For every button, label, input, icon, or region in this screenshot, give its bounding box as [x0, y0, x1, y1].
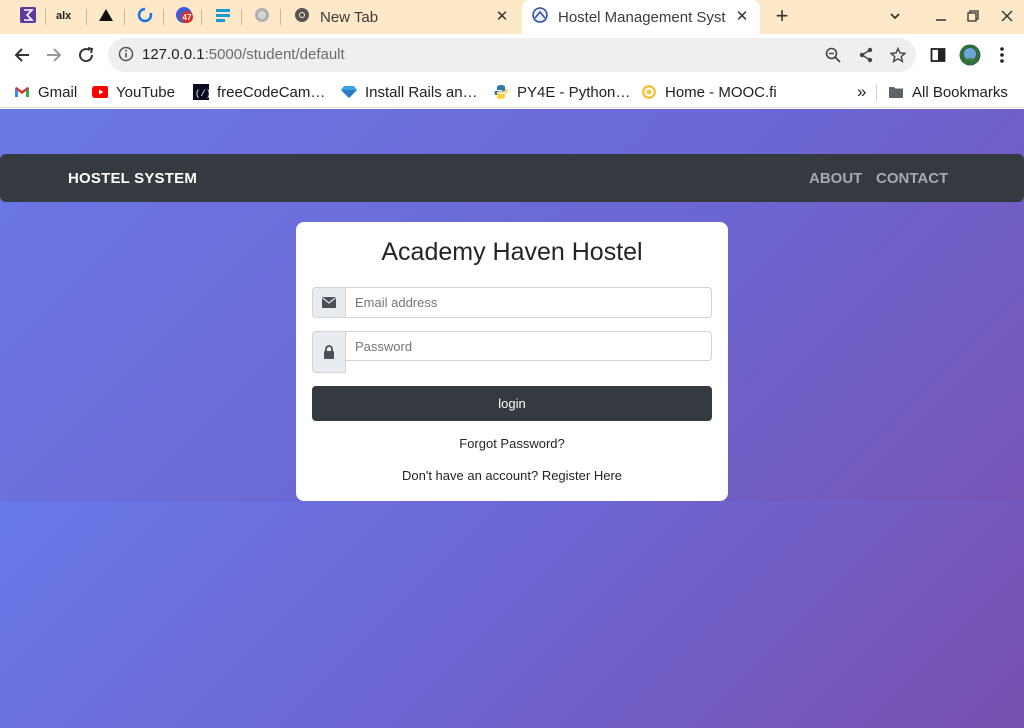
- chrome-logo-icon: [294, 7, 310, 27]
- pinned-tab-6[interactable]: [209, 5, 237, 29]
- bookmark-label: PY4E - Python…: [517, 83, 631, 101]
- mooc-icon: [641, 84, 657, 100]
- url-host: 127.0.0.1: [142, 46, 205, 63]
- password-input-group: [312, 331, 712, 373]
- alx-logo-icon: alx: [56, 8, 78, 27]
- pinned-tab-4[interactable]: [131, 5, 159, 29]
- close-tab-icon[interactable]: ✕: [494, 9, 510, 25]
- globe-icon: [254, 7, 270, 28]
- nav-contact-link[interactable]: CONTACT: [876, 170, 948, 187]
- url-path: :5000/student/default: [204, 46, 345, 63]
- docs-logo-icon: [214, 6, 232, 29]
- tab-search-icon[interactable]: [884, 7, 906, 27]
- password-input[interactable]: [345, 331, 712, 361]
- back-icon[interactable]: [10, 43, 34, 67]
- svg-text:47: 47: [183, 13, 192, 22]
- tab-separator: [280, 9, 281, 25]
- register-prompt-text: Don't have an account?: [401, 468, 539, 483]
- close-window-icon[interactable]: [996, 7, 1018, 27]
- bookmark-mooc[interactable]: Home - MOOC.fi: [641, 81, 777, 103]
- gmail-icon: [14, 84, 30, 100]
- restore-icon[interactable]: [962, 7, 984, 27]
- tab-separator: [86, 9, 87, 25]
- tab-separator: [241, 9, 242, 25]
- address-bar[interactable]: 127.0.0.1:5000/student/default: [108, 38, 916, 72]
- close-tab-icon[interactable]: ✕: [734, 9, 750, 25]
- bookmark-label: Install Rails an…: [365, 83, 478, 101]
- nav-about-link[interactable]: ABOUT: [809, 170, 862, 187]
- reload-icon[interactable]: [74, 43, 98, 67]
- url-text: 127.0.0.1:5000/student/default: [142, 46, 345, 63]
- site-navbar: HOSTEL SYSTEM ABOUT CONTACT: [0, 154, 1024, 202]
- login-title: Academy Haven Hostel: [381, 238, 643, 266]
- bookmark-label: freeCodeCam…: [217, 83, 326, 101]
- register-link[interactable]: Register Here: [542, 468, 622, 483]
- pinned-tab-2[interactable]: alx: [53, 5, 81, 29]
- pinned-tab-7[interactable]: [248, 5, 276, 29]
- sync-logo-icon: [136, 6, 154, 29]
- all-bookmarks-button[interactable]: All Bookmarks: [888, 81, 1008, 103]
- bookmark-label: YouTube: [116, 83, 175, 101]
- bookmark-py4e[interactable]: PY4E - Python…: [493, 81, 630, 103]
- tab-title: New Tab: [320, 8, 379, 26]
- forward-icon[interactable]: [42, 43, 66, 67]
- tab-separator: [201, 9, 202, 25]
- menu-kebab-icon[interactable]: [990, 43, 1014, 67]
- tab-strip: alx 47 New Tab ✕ Hostel Management Syst …: [0, 0, 1024, 34]
- pinned-tab-3[interactable]: [92, 5, 120, 29]
- bookmark-install-rails[interactable]: Install Rails an…: [341, 81, 478, 103]
- bookmark-freecodecamp[interactable]: (/) freeCodeCam…: [193, 81, 325, 103]
- profile-avatar[interactable]: [958, 43, 982, 67]
- forgot-password-link[interactable]: Forgot Password?: [296, 436, 728, 451]
- register-prompt: Don't have an account? Register Here: [296, 468, 728, 483]
- zoom-icon[interactable]: [824, 46, 842, 64]
- lock-icon: [312, 331, 346, 373]
- app-logo-icon: [19, 6, 37, 29]
- side-panel-icon[interactable]: [926, 43, 950, 67]
- pinned-tab-1[interactable]: [14, 5, 42, 29]
- new-tab-button[interactable]: +: [770, 5, 794, 29]
- freecodecamp-icon: (/): [193, 84, 209, 100]
- email-input[interactable]: [345, 287, 712, 318]
- notification-badge-icon: 47: [175, 6, 193, 29]
- site-info-icon[interactable]: [118, 46, 134, 67]
- site-favicon-icon: [532, 7, 548, 27]
- youtube-icon: [92, 84, 108, 100]
- page-background: HOSTEL SYSTEM ABOUT CONTACT Academy Have…: [0, 109, 1024, 728]
- envelope-icon: [312, 287, 346, 318]
- ruby-gem-icon: [341, 84, 357, 100]
- python-icon: [493, 84, 509, 100]
- svg-text:(/): (/): [195, 89, 209, 99]
- bookmarks-divider: [876, 84, 877, 101]
- login-button[interactable]: login: [312, 386, 712, 421]
- tab-separator: [124, 9, 125, 25]
- page-background-lower: [0, 501, 1024, 728]
- bookmark-label: Home - MOOC.fi: [665, 83, 777, 101]
- bookmark-star-icon[interactable]: [889, 46, 907, 64]
- tab-new-tab[interactable]: New Tab ✕: [284, 0, 520, 34]
- tab-separator: [163, 9, 164, 25]
- tab-hostel-management[interactable]: Hostel Management Syst ✕: [522, 0, 760, 34]
- pinned-tab-5[interactable]: 47: [170, 5, 198, 29]
- tab-separator: [45, 9, 46, 25]
- bookmark-gmail[interactable]: Gmail: [14, 81, 77, 103]
- bookmarks-overflow-button[interactable]: »: [857, 81, 866, 103]
- bookmarks-bar: Gmail YouTube (/) freeCodeCam… Install R…: [0, 76, 1024, 108]
- all-bookmarks-label: All Bookmarks: [912, 83, 1008, 101]
- svg-text:alx: alx: [56, 10, 72, 22]
- share-icon[interactable]: [857, 46, 875, 64]
- tab-title: Hostel Management Syst: [558, 8, 726, 26]
- triangle-logo-icon: [98, 7, 114, 28]
- browser-toolbar: 127.0.0.1:5000/student/default: [0, 34, 1024, 76]
- chevrons-right-icon: »: [857, 82, 867, 101]
- bookmark-label: Gmail: [38, 83, 78, 101]
- minimize-icon[interactable]: [930, 7, 952, 27]
- site-brand[interactable]: HOSTEL SYSTEM: [68, 170, 197, 187]
- login-card: Academy Haven Hostel login Forgot Passwo…: [296, 222, 728, 501]
- bookmark-youtube[interactable]: YouTube: [92, 81, 175, 103]
- folder-icon: [888, 84, 904, 100]
- email-input-group: [312, 287, 712, 318]
